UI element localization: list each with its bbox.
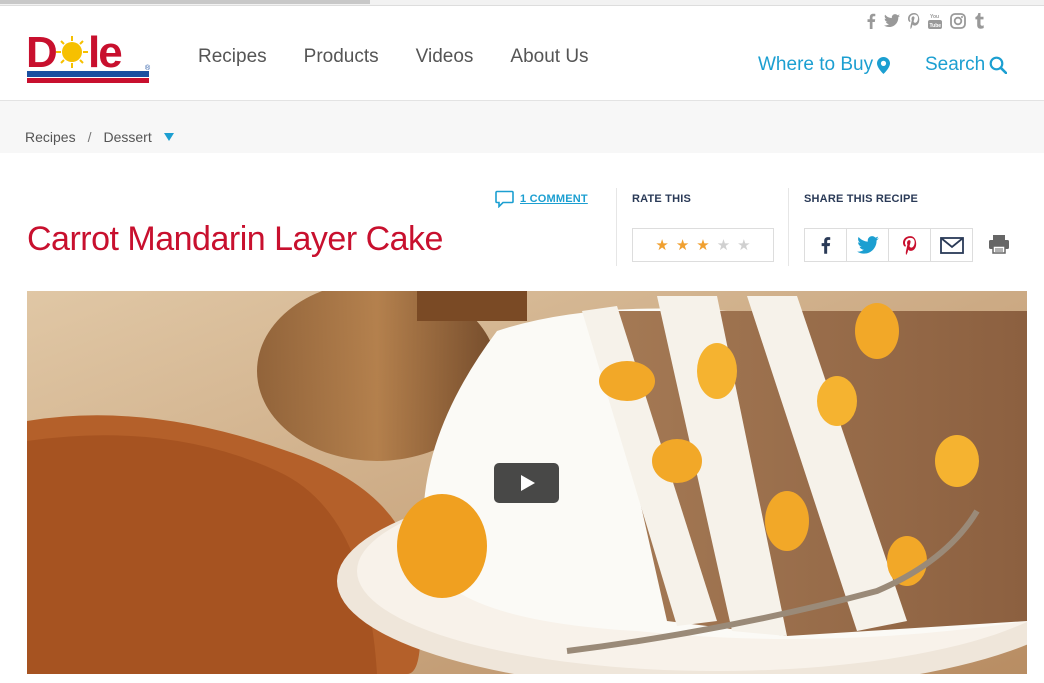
star-icon[interactable]: ★ <box>655 238 668 253</box>
main-nav: Recipes Products Videos About Us <box>198 46 589 68</box>
share-twitter-button[interactable] <box>846 228 889 262</box>
twitter-icon <box>856 235 879 254</box>
search-icon <box>989 56 1008 74</box>
comment-link[interactable]: 1 COMMENT <box>495 190 588 208</box>
svg-text:le: le <box>88 28 121 77</box>
star-icon[interactable]: ★ <box>676 238 689 253</box>
chevron-down-icon[interactable] <box>163 133 174 141</box>
instagram-icon[interactable] <box>950 13 966 29</box>
tumblr-icon[interactable] <box>974 13 984 29</box>
comment-bubble-icon <box>495 190 514 208</box>
svg-text:®: ® <box>145 64 151 72</box>
play-button[interactable] <box>494 463 559 503</box>
nav-videos[interactable]: Videos <box>416 46 474 68</box>
breadcrumb-recipes[interactable]: Recipes <box>25 129 76 145</box>
svg-text:Tube: Tube <box>930 23 942 29</box>
star-icon[interactable]: ★ <box>717 238 730 253</box>
star-icon[interactable]: ★ <box>737 238 750 253</box>
share-pinterest-button[interactable] <box>888 228 931 262</box>
youtube-icon[interactable]: You Tube <box>928 13 942 29</box>
divider <box>788 188 789 266</box>
search-label: Search <box>925 54 986 75</box>
recipe-video[interactable] <box>27 291 1027 674</box>
share-email-button[interactable] <box>930 228 973 262</box>
map-pin-icon <box>877 56 891 74</box>
svg-text:You: You <box>930 14 939 20</box>
star-icon[interactable]: ★ <box>696 238 709 253</box>
comment-count: 1 COMMENT <box>520 193 588 205</box>
site-header: D le ® Recipes Products Videos About Us … <box>0 6 1044 101</box>
share-facebook-button[interactable] <box>804 228 847 262</box>
star-rating[interactable]: ★ ★ ★ ★ ★ <box>632 228 774 262</box>
breadcrumb-separator: / <box>87 129 92 145</box>
twitter-icon[interactable] <box>884 14 900 28</box>
logo-text: D <box>26 28 56 77</box>
printer-icon <box>989 235 1009 254</box>
nav-recipes[interactable]: Recipes <box>198 46 267 68</box>
share-buttons <box>804 228 973 262</box>
recipe-title: Carrot Mandarin Layer Cake <box>27 220 443 258</box>
envelope-icon <box>939 236 964 254</box>
search-link[interactable]: Search <box>925 54 1008 76</box>
breadcrumb-dessert[interactable]: Dessert <box>103 129 151 145</box>
breadcrumb-bar: Recipes / Dessert <box>0 101 1044 153</box>
where-to-buy-link[interactable]: Where to Buy <box>758 54 891 76</box>
print-button[interactable] <box>988 234 1010 259</box>
share-label: SHARE THIS RECIPE <box>804 193 919 205</box>
nav-products[interactable]: Products <box>304 46 379 68</box>
dole-logo[interactable]: D le ® <box>25 22 153 88</box>
facebook-icon[interactable] <box>866 13 876 29</box>
where-to-buy-label: Where to Buy <box>758 54 874 75</box>
facebook-icon <box>821 237 831 254</box>
divider <box>616 188 617 266</box>
pinterest-icon <box>902 235 916 255</box>
breadcrumb: Recipes / Dessert <box>25 129 174 145</box>
rate-label: RATE THIS <box>632 193 692 205</box>
play-icon <box>520 475 535 491</box>
nav-about-us[interactable]: About Us <box>510 46 588 68</box>
pinterest-icon[interactable] <box>908 13 920 29</box>
social-links: You Tube <box>866 13 984 29</box>
